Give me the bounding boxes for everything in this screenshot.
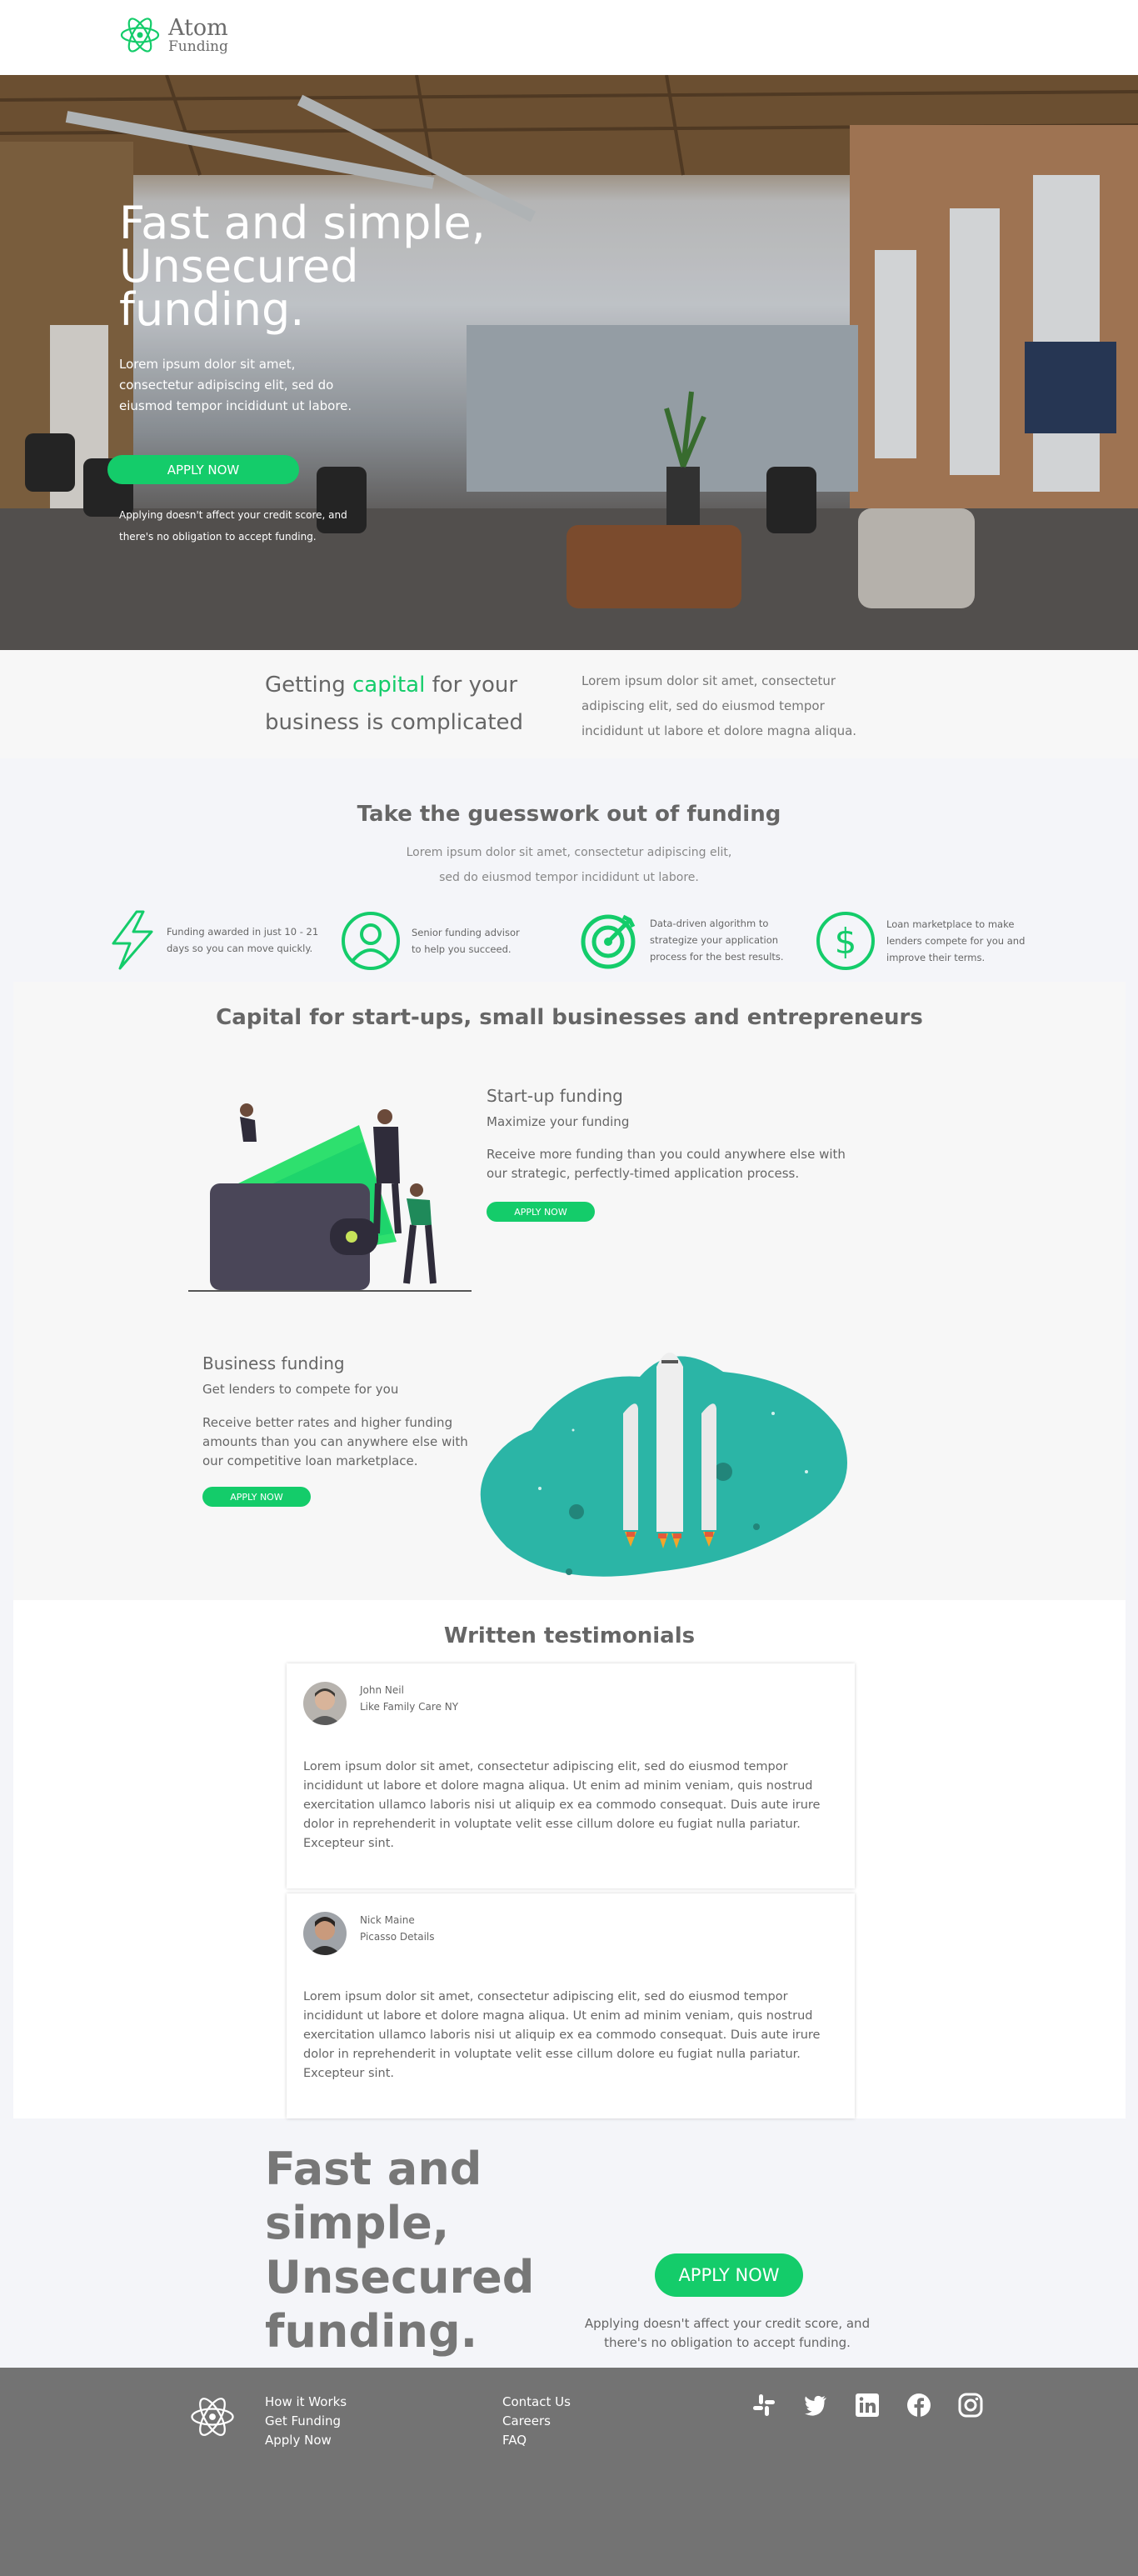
dollar-icon: $ [816,912,875,970]
feature-text: Funding awarded in just 10 - 21 days so … [167,926,319,954]
feature-text: Data-driven algorithm to strategize your… [650,918,784,963]
cta-note: Applying doesn't affect your credit scor… [584,2316,871,2350]
intro-title-accent: capital [352,673,426,698]
logo[interactable]: Atom Funding [118,13,228,57]
rocket-illustration [480,1353,847,1577]
slack-icon[interactable] [751,2393,776,2418]
testimonials-section: Written testimonials John Neil Like Fami… [13,1600,1126,2118]
hero-title: Fast and simple, Unsecured funding. [119,197,486,336]
svg-text:$: $ [835,921,857,962]
testimonial-text: Lorem ipsum dolor sit amet, consectetur … [303,1760,821,1850]
linkedin-icon[interactable] [855,2393,880,2418]
business-subtitle: Get lenders to compete for you [202,1382,399,1397]
footer-link-faq[interactable]: FAQ [502,2431,571,2450]
startup-text: Receive more funding than you could anyw… [487,1147,846,1181]
hero-section: Fast and simple, Unsecured funding. Lore… [0,75,1138,650]
feature-text: Senior funding advisor to help you succe… [412,927,520,955]
logo-name: Atom [168,14,228,41]
footer-link-how-it-works[interactable]: How it Works [265,2393,347,2412]
startup-apply-button[interactable]: APPLY NOW [487,1202,595,1222]
facebook-icon[interactable] [906,2393,931,2418]
atom-icon [120,18,160,53]
top-navbar: Atom Funding [0,0,1138,75]
footer-link-contact-us[interactable]: Contact Us [502,2393,571,2412]
footer-link-careers[interactable]: Careers [502,2412,571,2431]
testimonial-company: Like Family Care NY [360,1701,459,1713]
atom-icon [191,2398,234,2436]
instagram-icon[interactable] [958,2393,983,2418]
business-title: Business funding [202,1353,345,1373]
user-icon [342,912,400,970]
business-text: Receive better rates and higher funding … [202,1415,468,1468]
feature-item: Senior funding advisor to help you succe… [340,910,528,972]
avatar [303,1912,347,1955]
target-icon [581,914,636,969]
footer-column: Contact Us Careers FAQ [502,2393,571,2450]
twitter-icon[interactable] [803,2393,828,2418]
feature-item: Data-driven algorithm to strategize your… [580,910,791,970]
intro-section: Getting capital for your business is com… [0,650,1138,758]
hero-note: Applying doesn't affect your credit scor… [119,509,347,543]
feature-item: Funding awarded in just 10 - 21 days so … [107,910,325,970]
feature-text: Loan marketplace to make lenders compete… [886,918,1026,963]
logo-sub: Funding [168,38,228,55]
intro-text: Lorem ipsum dolor sit amet, consectetur … [581,673,857,738]
feature-item: $ Loan marketplace to make lenders compe… [815,910,1041,972]
startup-title: Start-up funding [487,1086,623,1106]
cta-apply-button[interactable]: APPLY NOW [655,2253,803,2297]
business-apply-button[interactable]: APPLY NOW [202,1487,311,1507]
cta-title: Fast and simple, Unsecured funding. [265,2143,535,2358]
wallet-illustration [188,1103,472,1292]
testimonial-card: Nick Maine Picasso Details Lorem ipsum d… [287,1893,855,2118]
footer-column: How it Works Get Funding Apply Now [265,2393,347,2450]
testimonial-card: John Neil Like Family Care NY Lorem ipsu… [287,1663,855,1888]
footer: How it Works Get Funding Apply Now Conta… [0,2368,1138,2576]
startup-subtitle: Maximize your funding [487,1114,630,1129]
capital-section: Capital for start-ups, small businesses … [13,982,1126,1600]
testimonial-name: John Neil [360,1684,404,1696]
intro-title: Getting capital for your business is com… [265,673,524,735]
testimonials-title: Written testimonials [443,1623,696,1648]
capital-title: Capital for start-ups, small businesses … [216,1005,923,1030]
features-title: Take the guesswork out of funding [357,802,781,827]
testimonial-text: Lorem ipsum dolor sit amet, consectetur … [303,1990,821,2080]
features-subtitle: Lorem ipsum dolor sit amet, consectetur … [406,846,732,884]
footer-logo[interactable] [188,2393,237,2444]
avatar [303,1682,347,1725]
lightning-icon [112,910,153,970]
testimonial-company: Picasso Details [360,1931,435,1943]
hero-subtitle: Lorem ipsum dolor sit amet, consectetur … [119,357,352,413]
footer-link-get-funding[interactable]: Get Funding [265,2412,347,2431]
footer-link-apply-now[interactable]: Apply Now [265,2431,347,2450]
hero-apply-button[interactable]: APPLY NOW [107,455,299,484]
testimonial-name: Nick Maine [360,1914,415,1926]
